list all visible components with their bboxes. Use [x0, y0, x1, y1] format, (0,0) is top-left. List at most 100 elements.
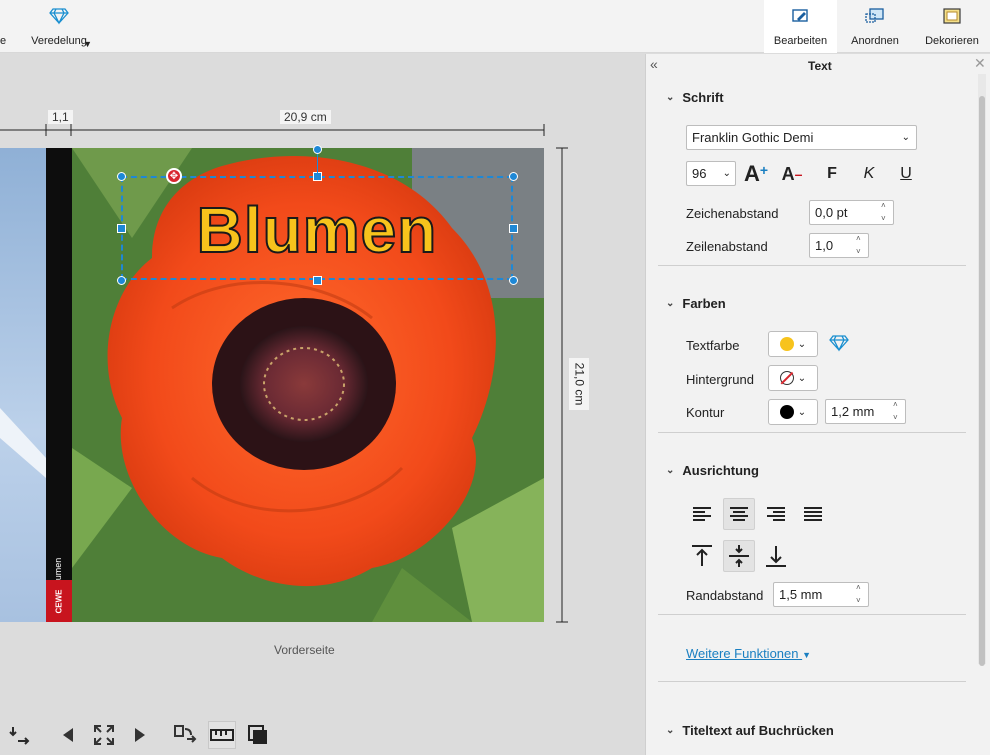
premium-diamond-icon[interactable] — [829, 334, 849, 355]
line-spacing-label: Zeilenabstand — [686, 239, 768, 254]
increase-font-button[interactable]: A + — [740, 158, 772, 190]
chevron-down-icon: ⌄ — [797, 406, 807, 418]
edit-text-icon — [791, 7, 811, 28]
bearbeiten-label: Bearbeiten — [773, 35, 828, 47]
outline-width-value: 1,2 mm — [831, 404, 875, 419]
valign-bottom-button[interactable] — [760, 540, 792, 572]
shrink-font-icon: A — [781, 163, 795, 184]
resize-handle-bottom-left[interactable] — [117, 276, 126, 285]
page-width-label: 20,9 cm — [280, 110, 331, 124]
spinner-arrows[interactable]: ˄ ˅ — [893, 401, 903, 422]
collapse-panel-icon[interactable]: « — [650, 56, 658, 72]
font-size-value: 96 — [692, 166, 707, 181]
resize-handle-bottom-right[interactable] — [509, 276, 518, 285]
ausrichtung-header-label: Ausrichtung — [682, 463, 759, 478]
align-left-button[interactable] — [686, 498, 718, 530]
align-left-icon — [693, 507, 711, 521]
no-color-icon — [779, 371, 794, 385]
text-color-picker[interactable]: ⌄ — [768, 331, 818, 357]
resize-handle-left[interactable] — [117, 224, 126, 233]
chevron-down-icon: ⌄ — [666, 298, 675, 309]
outline-color-picker[interactable]: ⌄ — [768, 399, 818, 425]
editor-canvas[interactable]: 1,1 20,9 cm 21,0 cm Blumen CEWE Blumen ✥… — [0, 54, 645, 755]
resize-handle-bottom[interactable] — [313, 276, 322, 285]
resize-handle-right[interactable] — [509, 224, 518, 233]
letter-spacing-label: Zeichenabstand — [686, 206, 779, 221]
outline-width-input[interactable]: 1,2 mm ˄ ˅ — [825, 399, 906, 424]
valign-middle-button[interactable] — [723, 540, 755, 572]
swap-pages-icon[interactable] — [172, 721, 200, 749]
fullscreen-icon[interactable] — [90, 721, 118, 749]
outline-color-swatch — [779, 405, 794, 419]
rotate-handle[interactable] — [313, 145, 322, 154]
padding-value: 1,5 mm — [779, 587, 823, 602]
align-bottom-icon — [766, 546, 786, 567]
farben-section-header[interactable]: ⌄ Farben — [666, 296, 726, 311]
dekorieren-tab[interactable]: Dekorieren — [916, 0, 988, 53]
veredelung-button[interactable]: Veredelung ▼ — [24, 0, 94, 53]
farben-header-label: Farben — [682, 296, 726, 311]
padding-input[interactable]: 1,5 mm ˄ ˅ — [773, 582, 869, 607]
valign-top-button[interactable] — [686, 540, 718, 572]
align-right-button[interactable] — [760, 498, 792, 530]
frame-icon — [942, 7, 962, 28]
chevron-down-icon: ⌄ — [797, 338, 807, 350]
move-icon[interactable]: ✥ — [166, 168, 182, 184]
ruler-icon[interactable] — [208, 721, 236, 749]
book-spine: Blumen CEWE — [46, 148, 72, 622]
justify-button[interactable] — [797, 498, 829, 530]
title-text-box[interactable]: Blumen — [121, 190, 513, 270]
spine-width-label: 1,1 — [48, 110, 73, 124]
spine-title-section-header[interactable]: ⌄ Titeltext auf Buchrücken — [666, 723, 834, 738]
line-spacing-input[interactable]: 1,0 ˄ ˅ — [809, 233, 869, 258]
line-spacing-value: 1,0 — [815, 238, 834, 253]
arrange-icon — [864, 7, 886, 28]
chevron-down-icon: ⌄ — [797, 372, 807, 384]
resize-handle-top-left[interactable] — [117, 172, 126, 181]
dekorieren-label: Dekorieren — [925, 35, 979, 47]
spinner-arrows[interactable]: ˄ ˅ — [856, 584, 866, 605]
schrift-section-header[interactable]: ⌄ Schrift — [666, 90, 724, 105]
outline-label: Kontur — [686, 405, 725, 420]
close-panel-icon[interactable]: ✕ — [974, 55, 986, 72]
chevron-down-icon: ⌄ — [666, 725, 675, 736]
decrease-font-button[interactable]: A – — [776, 158, 808, 190]
background-color-label: Hintergrund — [686, 372, 754, 387]
align-right-icon — [767, 507, 785, 521]
next-page-icon[interactable] — [126, 721, 154, 749]
font-size-select[interactable]: 96 ⌄ — [686, 161, 736, 186]
properties-panel: « Text ✕ ⌄ Schrift Franklin Gothic Demi … — [645, 54, 990, 755]
underline-button[interactable]: U — [890, 158, 922, 190]
letter-spacing-value: 0,0 pt — [815, 205, 848, 220]
anordnen-tab[interactable]: Anordnen — [840, 0, 910, 53]
chevron-down-icon: ⌄ — [722, 168, 731, 179]
top-toolbar: e Veredelung ▼ Bearbeiten Anordnen Dekor… — [0, 0, 990, 53]
font-family-value: Franklin Gothic Demi — [692, 130, 814, 145]
back-cover — [0, 148, 46, 622]
page-label: Vorderseite — [274, 643, 335, 657]
spinner-arrows[interactable]: ˄ ˅ — [881, 202, 891, 223]
spinner-arrows[interactable]: ˄ ˅ — [856, 235, 866, 256]
italic-button[interactable]: K — [853, 158, 885, 190]
cewe-logo: CEWE — [46, 580, 72, 622]
diamond-icon — [49, 7, 69, 28]
more-functions-link[interactable]: Weitere Funktionen ▼ — [686, 646, 811, 661]
font-family-select[interactable]: Franklin Gothic Demi ⌄ — [686, 125, 917, 150]
chevron-down-icon: ⌄ — [666, 465, 675, 476]
chevron-down-icon: ⌄ — [901, 132, 910, 143]
toolbar-partial-item[interactable]: e — [0, 0, 12, 53]
previous-page-icon[interactable] — [54, 721, 82, 749]
align-center-icon — [730, 507, 748, 521]
bold-button[interactable]: F — [816, 158, 848, 190]
bottom-toolbar — [0, 715, 275, 755]
background-color-picker[interactable]: ⌄ — [768, 365, 818, 391]
export-icon[interactable] — [6, 721, 34, 749]
resize-handle-top-right[interactable] — [509, 172, 518, 181]
layers-icon[interactable] — [244, 721, 272, 749]
panel-title: Text — [808, 59, 832, 73]
letter-spacing-input[interactable]: 0,0 pt ˄ ˅ — [809, 200, 894, 225]
panel-scrollbar[interactable] — [978, 74, 986, 666]
align-center-button[interactable] — [723, 498, 755, 530]
ausrichtung-section-header[interactable]: ⌄ Ausrichtung — [666, 463, 759, 478]
bearbeiten-tab[interactable]: Bearbeiten — [764, 0, 837, 53]
